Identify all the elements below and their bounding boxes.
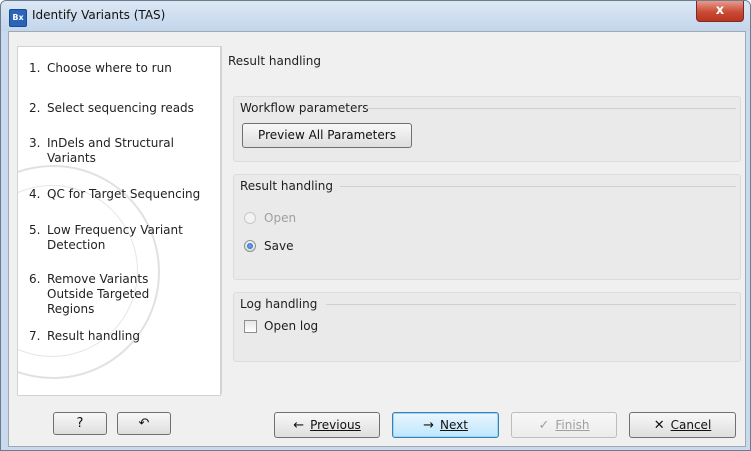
- open-log-checkbox[interactable]: [244, 320, 257, 333]
- close-button[interactable]: x: [696, 1, 744, 22]
- step-number: 1.: [29, 61, 41, 75]
- open-radio-label: Open: [264, 211, 297, 225]
- step-label: Low Frequency Variant Detection: [47, 223, 183, 252]
- next-label: Next: [439, 418, 468, 432]
- help-icon: ?: [76, 416, 84, 431]
- button-bar: ? ↶ ← Previous → Next ✓ Finish ✕ Cancel: [9, 402, 745, 446]
- dialog-window: Bx Identify Variants (TAS) x 1. Choose w…: [0, 0, 751, 451]
- save-radio-label: Save: [264, 239, 294, 253]
- help-button[interactable]: ?: [53, 412, 107, 435]
- reset-icon: ↶: [138, 416, 150, 431]
- dialog-body: 1. Choose where to run 2. Select sequenc…: [8, 31, 746, 447]
- open-log-label: Open log: [264, 319, 319, 333]
- arrow-left-icon: ←: [293, 418, 305, 433]
- section-heading: Result handling: [228, 54, 321, 68]
- group-title: Log handling: [240, 297, 318, 311]
- step-number: 5.: [29, 223, 41, 237]
- close-icon: x: [715, 3, 725, 18]
- open-radio-button[interactable]: [244, 212, 256, 224]
- step-label: Choose where to run: [47, 61, 172, 75]
- step-number: 4.: [29, 187, 41, 201]
- workflow-parameters-group: Workflow parameters Preview All Paramete…: [233, 96, 741, 162]
- step-label: Remove Variants Outside Targeted Regions: [47, 272, 150, 316]
- arrow-right-icon: →: [423, 418, 434, 433]
- log-handling-group: Log handling Open log: [233, 292, 741, 362]
- group-divider: [340, 186, 736, 187]
- save-radio-button[interactable]: [244, 240, 256, 252]
- preview-all-parameters-button[interactable]: Preview All Parameters: [242, 123, 412, 148]
- group-title: Workflow parameters: [240, 101, 369, 115]
- step-number: 2.: [29, 101, 41, 115]
- step-label: Result handling: [47, 329, 140, 343]
- finish-button[interactable]: ✓ Finish: [511, 412, 617, 438]
- title-bar: Bx Identify Variants (TAS) x: [1, 1, 750, 31]
- cancel-button[interactable]: ✕ Cancel: [629, 412, 736, 438]
- step-number: 7.: [29, 329, 41, 343]
- previous-button[interactable]: ← Previous: [274, 412, 380, 438]
- previous-label: Previous: [310, 418, 361, 432]
- result-handling-group: Result handling Open Save: [233, 174, 741, 280]
- window-title: Identify Variants (TAS): [32, 8, 166, 22]
- x-icon: ✕: [653, 418, 665, 433]
- app-icon: Bx: [9, 9, 27, 27]
- step-number: 3.: [29, 136, 41, 150]
- reset-button[interactable]: ↶: [117, 412, 171, 435]
- content-panel: Result handling Workflow parameters Prev…: [221, 46, 744, 394]
- steps-panel: 1. Choose where to run 2. Select sequenc…: [17, 46, 221, 396]
- step-number: 6.: [29, 272, 41, 286]
- step-label: Select sequencing reads: [47, 101, 194, 115]
- step-label: InDels and Structural Variants: [47, 136, 174, 165]
- finish-label: Finish: [555, 418, 590, 432]
- group-divider: [326, 304, 736, 305]
- group-divider: [366, 108, 736, 109]
- step-label: QC for Target Sequencing: [47, 187, 201, 201]
- group-title: Result handling: [240, 179, 333, 193]
- next-button[interactable]: → Next: [392, 412, 499, 438]
- checkmark-icon: ✓: [538, 418, 550, 433]
- cancel-label: Cancel: [670, 418, 712, 432]
